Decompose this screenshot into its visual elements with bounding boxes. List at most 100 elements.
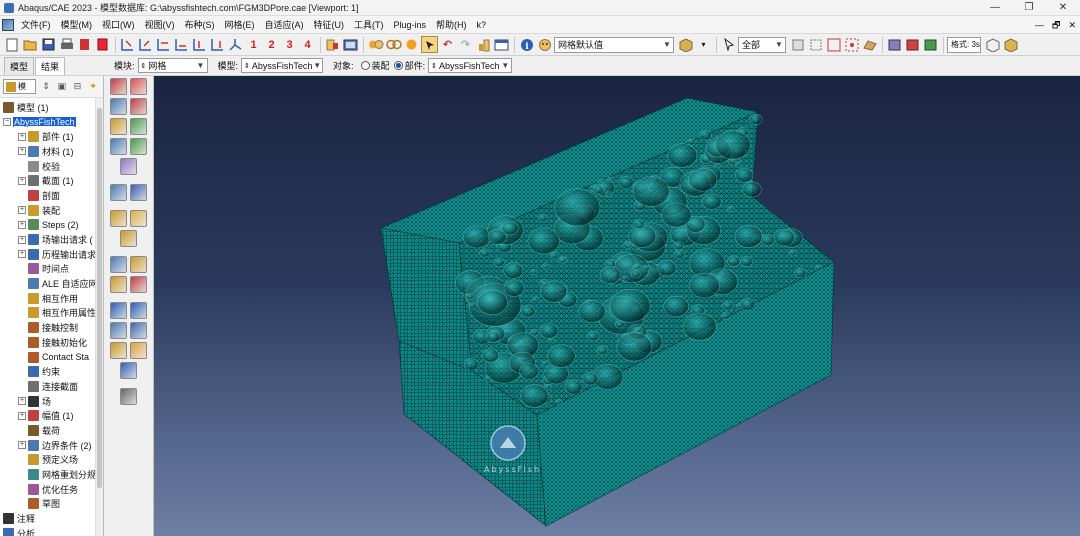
- toolbox-tool-icon[interactable]: [110, 183, 127, 201]
- view-left-icon[interactable]: [191, 36, 208, 53]
- tree-node[interactable]: + 场输出请求 (: [0, 232, 103, 247]
- menu-tools[interactable]: 工具(T): [349, 16, 389, 34]
- redo-icon[interactable]: ↷: [457, 36, 474, 53]
- link-viewports-icon[interactable]: [385, 36, 402, 53]
- toolbox-tool-icon[interactable]: [130, 255, 147, 273]
- toolbox-tool-icon[interactable]: [110, 255, 127, 273]
- tree-node[interactable]: + 场: [0, 394, 103, 409]
- view-right-icon[interactable]: [209, 36, 226, 53]
- expand-icon[interactable]: +: [18, 235, 26, 244]
- tree-scrollbar[interactable]: [95, 98, 103, 536]
- toolbox-tool-icon[interactable]: [110, 209, 127, 227]
- render-style-combo[interactable]: 网格默认值 ▼: [554, 36, 674, 53]
- tree-node[interactable]: 网格重划分规: [0, 467, 103, 482]
- highlight-icon[interactable]: ✦: [87, 81, 99, 93]
- tree-node[interactable]: 草图: [0, 497, 103, 512]
- scrollbar-thumb[interactable]: [97, 108, 102, 488]
- expand-icon[interactable]: +: [18, 397, 26, 406]
- tree-node[interactable]: + 幅值 (1): [0, 408, 103, 423]
- render-window-icon[interactable]: [493, 36, 510, 53]
- tree-node[interactable]: + 材料 (1): [0, 144, 103, 159]
- select-entities-icon[interactable]: [789, 36, 806, 53]
- tree-node[interactable]: + 截面 (1): [0, 173, 103, 188]
- menu-view[interactable]: 视图(V): [140, 16, 180, 34]
- tree-node[interactable]: + 边界条件 (2): [0, 438, 103, 453]
- module-combo[interactable]: ⇕ 网格 ▼: [137, 58, 208, 73]
- tree-filter-combo[interactable]: 模: [3, 79, 37, 94]
- toolbox-tool-icon[interactable]: [130, 137, 147, 155]
- tree-node[interactable]: 时间点: [0, 262, 103, 277]
- tree-node[interactable]: 连接截面: [0, 379, 103, 394]
- toolbox-tool-icon[interactable]: [130, 183, 147, 201]
- assembly-radio[interactable]: [360, 61, 370, 70]
- wireframe-icon[interactable]: [984, 36, 1001, 53]
- expand-icon[interactable]: +: [18, 441, 26, 450]
- user-view-4-button[interactable]: 4: [299, 36, 316, 53]
- toolbox-tool-icon[interactable]: [110, 301, 127, 319]
- toolbox-tool-icon[interactable]: [130, 341, 147, 359]
- cube-green-icon[interactable]: [922, 36, 939, 53]
- tab-results[interactable]: 结果: [35, 56, 66, 75]
- tree-node[interactable]: 接触控制: [0, 320, 103, 335]
- undo-icon[interactable]: ↶: [439, 36, 456, 53]
- toolbox-tool-icon[interactable]: [130, 77, 147, 95]
- tree-node[interactable]: 接触初始化: [0, 335, 103, 350]
- query-icon[interactable]: [475, 36, 492, 53]
- save-icon[interactable]: [40, 36, 57, 53]
- menu-feature[interactable]: 特征(U): [309, 16, 350, 34]
- tree-node[interactable]: 优化任务: [0, 482, 103, 497]
- menu-mesh[interactable]: 网格(E): [220, 16, 260, 34]
- menu-file[interactable]: 文件(F): [16, 16, 56, 34]
- arrow-select-icon[interactable]: [720, 36, 737, 53]
- toolbox-tool-icon[interactable]: [120, 387, 137, 405]
- toolbox-tool-icon[interactable]: [130, 117, 147, 135]
- tree-node[interactable]: 载荷: [0, 423, 103, 438]
- user-view-3-button[interactable]: 3: [281, 36, 298, 53]
- expand-icon[interactable]: +: [18, 220, 26, 229]
- expand-icon[interactable]: +: [18, 411, 26, 420]
- collapse-icon[interactable]: −: [3, 118, 11, 127]
- expand-icon[interactable]: +: [18, 132, 26, 141]
- tree-node[interactable]: − AbyssFishTech: [0, 115, 103, 130]
- toolbox-tool-icon[interactable]: [130, 275, 147, 293]
- drag-shape-icon[interactable]: [825, 36, 842, 53]
- tree-node[interactable]: 分析: [0, 526, 103, 536]
- chevron-down-icon[interactable]: ▾: [695, 36, 712, 53]
- toolbox-tool-icon[interactable]: [110, 137, 127, 155]
- part-manager-icon[interactable]: [94, 36, 111, 53]
- tree-node[interactable]: + Steps (2): [0, 218, 103, 233]
- new-icon[interactable]: [4, 36, 21, 53]
- render-style-icon[interactable]: [536, 36, 553, 53]
- perspective-icon[interactable]: [324, 36, 341, 53]
- toolbox-tool-icon[interactable]: [120, 361, 137, 379]
- restore-button[interactable]: ❐: [1012, 0, 1046, 16]
- expand-icon[interactable]: +: [18, 147, 26, 156]
- toolbox-tool-icon[interactable]: [120, 157, 137, 175]
- view-back-icon[interactable]: [137, 36, 154, 53]
- menu-model[interactable]: 模型(M): [56, 16, 98, 34]
- part-display-icon[interactable]: [677, 36, 694, 53]
- shaded-icon[interactable]: [1002, 36, 1019, 53]
- user-view-2-button[interactable]: 2: [263, 36, 280, 53]
- tree-node[interactable]: Contact Sta: [0, 350, 103, 365]
- view-front-icon[interactable]: [119, 36, 136, 53]
- info-icon[interactable]: i: [518, 36, 535, 53]
- toolbox-tool-icon[interactable]: [130, 97, 147, 115]
- select-pointer-icon[interactable]: [421, 36, 438, 53]
- tree-node[interactable]: 模型 (1): [0, 100, 103, 115]
- expand-icon[interactable]: +: [18, 250, 26, 259]
- view-bottom-icon[interactable]: [173, 36, 190, 53]
- toolbox-tool-icon[interactable]: [130, 321, 147, 339]
- toolbox-tool-icon[interactable]: [110, 321, 127, 339]
- toolbox-tool-icon[interactable]: [110, 77, 127, 95]
- tree-node[interactable]: 剖面: [0, 188, 103, 203]
- menu-help[interactable]: 帮助(H): [431, 16, 472, 34]
- mesh-cube-icon[interactable]: [886, 36, 903, 53]
- view-iso-icon[interactable]: [227, 36, 244, 53]
- toolbox-tool-icon[interactable]: [120, 229, 137, 247]
- hand-icon[interactable]: [861, 36, 878, 53]
- tree-node[interactable]: 相互作用: [0, 291, 103, 306]
- part-combo[interactable]: ⇕ AbyssFishTech ▼: [428, 58, 513, 73]
- sphere-icon[interactable]: [403, 36, 420, 53]
- tab-model[interactable]: 模型: [4, 56, 35, 75]
